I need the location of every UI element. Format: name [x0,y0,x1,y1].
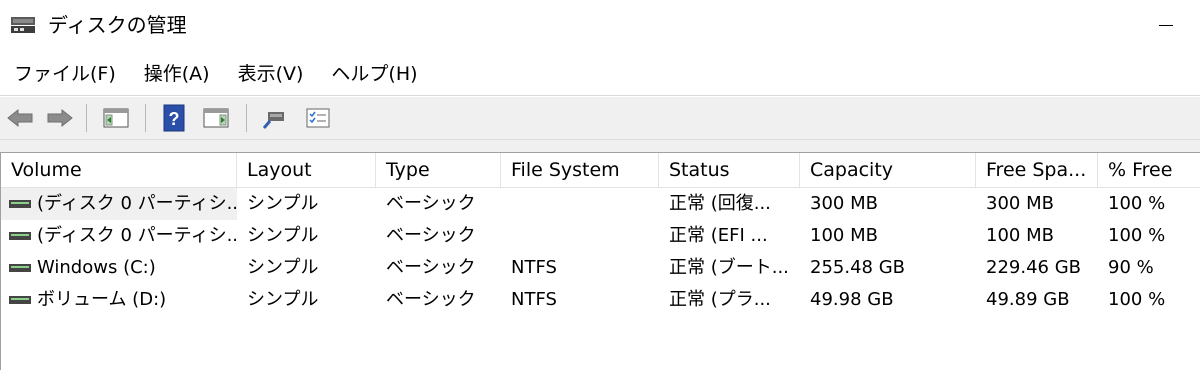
connect-icon [262,112,284,129]
volume-name: (ディスク 0 パーティシ... [37,225,237,246]
capacity-cell: 100 MB [810,225,878,246]
back-icon [7,108,33,128]
back-button[interactable] [4,103,36,133]
volume-list: Volume Layout Type File System Status Ca… [0,152,1200,370]
percent-free-cell: 100 % [1108,225,1166,246]
column-header-file-system[interactable]: File System [501,153,659,187]
help-icon: ? [163,104,185,132]
column-header-layout[interactable]: Layout [237,153,376,187]
minimize-button[interactable] [1146,8,1186,42]
layout-cell: シンプル [247,289,319,310]
file-system-cell [511,220,659,252]
capacity-cell: 300 MB [810,193,878,214]
table-row[interactable]: (ディスク 0 パーティシ... シンプル ベーシック 正常 (回復... 30… [1,188,1200,220]
volume-cell: Windows (C:) [1,252,237,284]
disk-management-app-icon [10,14,38,36]
column-header-capacity[interactable]: Capacity [800,153,976,187]
console-tree-icon [103,108,129,128]
pane-gap [0,140,1200,152]
menu-divider [0,95,1200,96]
status-cell: 正常 (回復... [669,193,771,214]
properties-icon [306,108,330,128]
title-bar: ディスクの管理 [0,0,1200,50]
console-tree-button[interactable] [100,103,132,133]
status-cell: 正常 (ブート... [669,257,789,278]
capacity-cell: 255.48 GB [810,257,906,278]
menu-action[interactable]: 操作(A) [130,57,224,91]
forward-icon [47,108,73,128]
action-pane-button[interactable] [200,103,232,133]
percent-free-cell: 100 % [1108,193,1166,214]
column-header-free-space[interactable]: Free Spa... [976,153,1098,187]
menu-file[interactable]: ファイル(F) [0,57,130,91]
volume-cell: ボリューム (D:) [1,284,237,316]
volume-cell: (ディスク 0 パーティシ... [1,188,237,220]
window-title: ディスクの管理 [48,13,187,37]
help-button[interactable]: ? [158,103,190,133]
volume-cell: (ディスク 0 パーティシ... [1,220,237,252]
layout-cell: シンプル [247,225,319,246]
table-row[interactable]: Windows (C:) シンプル ベーシック NTFS 正常 (ブート... … [1,252,1200,284]
type-cell: ベーシック [386,193,476,214]
volume-disk-icon [9,200,31,208]
toolbar-separator [246,104,247,132]
menu-view[interactable]: 表示(V) [224,57,318,91]
minimize-icon [1159,24,1173,26]
connect-button[interactable] [258,103,290,133]
free-space-cell: 300 MB [986,193,1054,214]
file-system-cell: NTFS [511,257,557,278]
svg-text:?: ? [169,109,180,129]
layout-cell: シンプル [247,193,319,214]
file-system-cell: NTFS [511,289,557,310]
menu-bar: ファイル(F) 操作(A) 表示(V) ヘルプ(H) [0,56,1200,92]
volume-disk-icon [9,296,31,304]
forward-button[interactable] [44,103,76,133]
capacity-cell: 49.98 GB [810,289,894,310]
type-cell: ベーシック [386,289,476,310]
action-pane-icon [203,108,229,128]
free-space-cell: 49.89 GB [986,289,1070,310]
properties-button[interactable] [302,103,334,133]
percent-free-cell: 100 % [1108,289,1166,310]
table-row[interactable]: (ディスク 0 パーティシ... シンプル ベーシック 正常 (EFI ... … [1,220,1200,252]
column-header-row: Volume Layout Type File System Status Ca… [1,153,1200,188]
column-header-percent-free[interactable]: % Free [1098,153,1200,187]
type-cell: ベーシック [386,225,476,246]
menu-help[interactable]: ヘルプ(H) [317,57,431,91]
type-cell: ベーシック [386,257,476,278]
free-space-cell: 100 MB [986,225,1054,246]
toolbar-separator [86,104,87,132]
column-header-status[interactable]: Status [659,153,800,187]
column-header-type[interactable]: Type [376,153,501,187]
volume-name: ボリューム (D:) [37,289,167,310]
table-row[interactable]: ボリューム (D:) シンプル ベーシック NTFS 正常 (プラ... 49.… [1,284,1200,316]
volume-name: Windows (C:) [37,257,156,278]
toolbar: ? [0,97,1200,140]
free-space-cell: 229.46 GB [986,257,1082,278]
percent-free-cell: 90 % [1108,257,1154,278]
volume-name: (ディスク 0 パーティシ... [37,193,237,214]
status-cell: 正常 (EFI ... [669,225,768,246]
column-header-volume[interactable]: Volume [1,153,237,187]
toolbar-separator [145,104,146,132]
layout-cell: シンプル [247,257,319,278]
volume-disk-icon [9,264,31,272]
volume-disk-icon [9,232,31,240]
status-cell: 正常 (プラ... [669,289,771,310]
file-system-cell [511,188,659,220]
